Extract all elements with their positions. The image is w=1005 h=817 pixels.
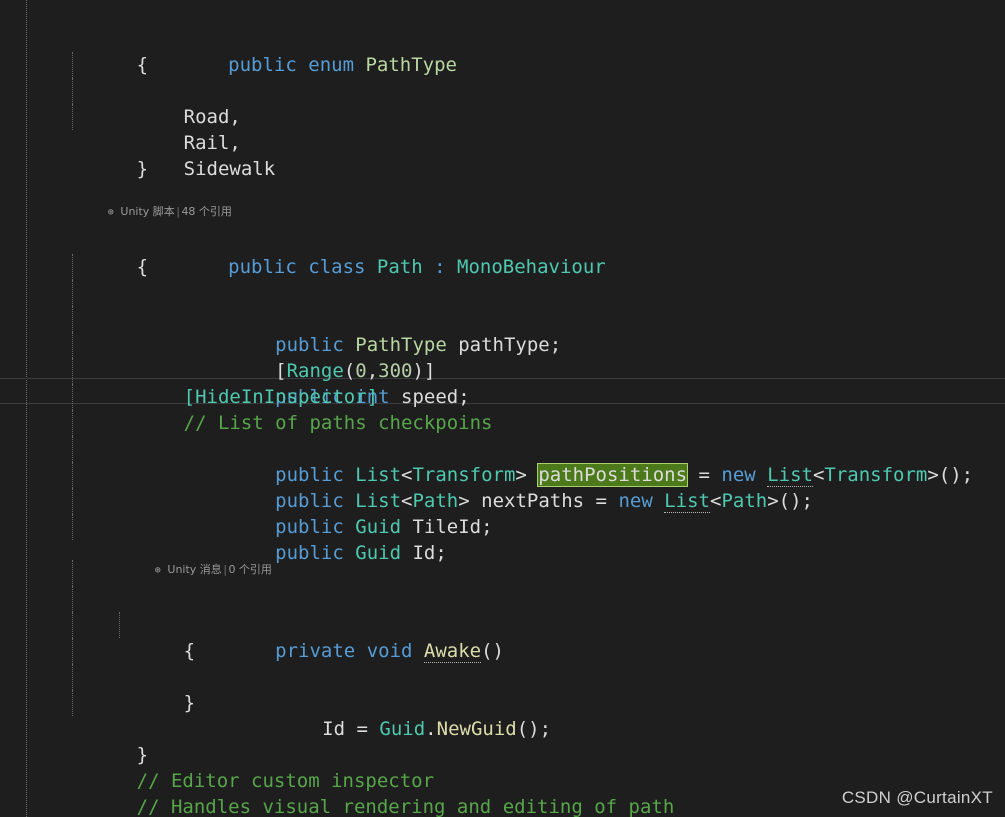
indent-guide-class-body [72,638,73,664]
code-line-field-nextpaths[interactable]: public List<Path> nextPaths = new List<P… [0,410,1005,513]
code-line-class-open-brace[interactable]: { [0,228,1005,278]
indent-guide-class-body [72,306,73,332]
code-line-blank[interactable] [0,514,1005,540]
code-lines-container[interactable]: 21 个引用 public enum PathType { Road, Rail… [0,0,1005,817]
code-line-enum-decl[interactable]: public enum PathType [0,0,1005,76]
code-line-field-id[interactable]: public Guid Id; [0,462,1005,564]
code-line-comment-checkpoints[interactable]: // List of paths checkpoins [0,358,1005,434]
codelens-class-path[interactable]: ⊕ Unity 脚本|48 个引用 [0,182,1005,218]
code-line-field-pathtype[interactable]: public PathType pathType; [0,254,1005,356]
code-line-blank[interactable] [0,488,1005,514]
indent-guide-class-body [72,462,73,488]
code-line-enum-road[interactable]: Road, [0,52,1005,128]
code-line-attribute-range[interactable]: [Range(0,300)] [0,280,1005,382]
code-line-field-pathpositions[interactable]: public List<Transform> pathPositions = n… [0,384,1005,487]
indent-guide-class-body [72,254,73,280]
indent-guide-class-body [72,488,73,514]
code-line-blank[interactable] [0,664,1005,690]
code-line-assign-newguid[interactable]: Id = Guid.NewGuid(); [0,612,1005,740]
indent-guide-class-body [72,384,73,410]
code-line-class-close-brace[interactable]: } [0,716,1005,766]
code-line-method-close-brace[interactable]: } [0,638,1005,714]
indent-guide-class-body [72,358,73,384]
indent-guide-class-body [72,664,73,690]
indent-guide-class-body [72,560,73,586]
code-line-enum-close-brace[interactable]: } [0,130,1005,180]
indent-guide-class-body [72,586,73,612]
indent-guide-method-body [119,612,120,638]
indent-guide-class-body [72,436,73,462]
indent-guide-enum-body [72,78,73,104]
indent-guide-class-body [72,332,73,358]
code-line-enum-open-brace[interactable]: { [0,26,1005,76]
code-line-class-decl[interactable]: public class Path : MonoBehaviour [0,202,1005,278]
indent-guide-enum-body [72,52,73,78]
indent-guide-class-body [72,690,73,716]
code-line-attribute-hideininspector[interactable]: [HideInInspector] [0,332,1005,408]
code-line-field-tileid[interactable]: public Guid TileId; [0,436,1005,538]
code-line-method-open-brace[interactable]: { [0,586,1005,662]
code-line-enum-rail[interactable]: Rail, [0,78,1005,154]
indent-guide-class-body [72,612,73,638]
code-line-field-speed[interactable]: public int speed; [0,306,1005,408]
code-line-blank[interactable] [0,156,1005,182]
indent-guide-class-body [72,410,73,436]
code-line-enum-sidewalk[interactable]: Sidewalk [0,104,1005,180]
indent-guide-class-body [72,514,73,540]
code-line-blank[interactable] [0,690,1005,716]
indent-guide-class-body [72,280,73,306]
csdn-watermark: CSDN @CurtainXT [841,788,993,807]
code-editor-pane[interactable]: 21 个引用 public enum PathType { Road, Rail… [0,0,1005,817]
code-line-comment-editor-inspector[interactable]: // Editor custom inspector [0,742,1005,792]
indent-guide-enum-body [72,104,73,130]
code-line-method-awake-decl[interactable]: private void Awake() [0,560,1005,663]
